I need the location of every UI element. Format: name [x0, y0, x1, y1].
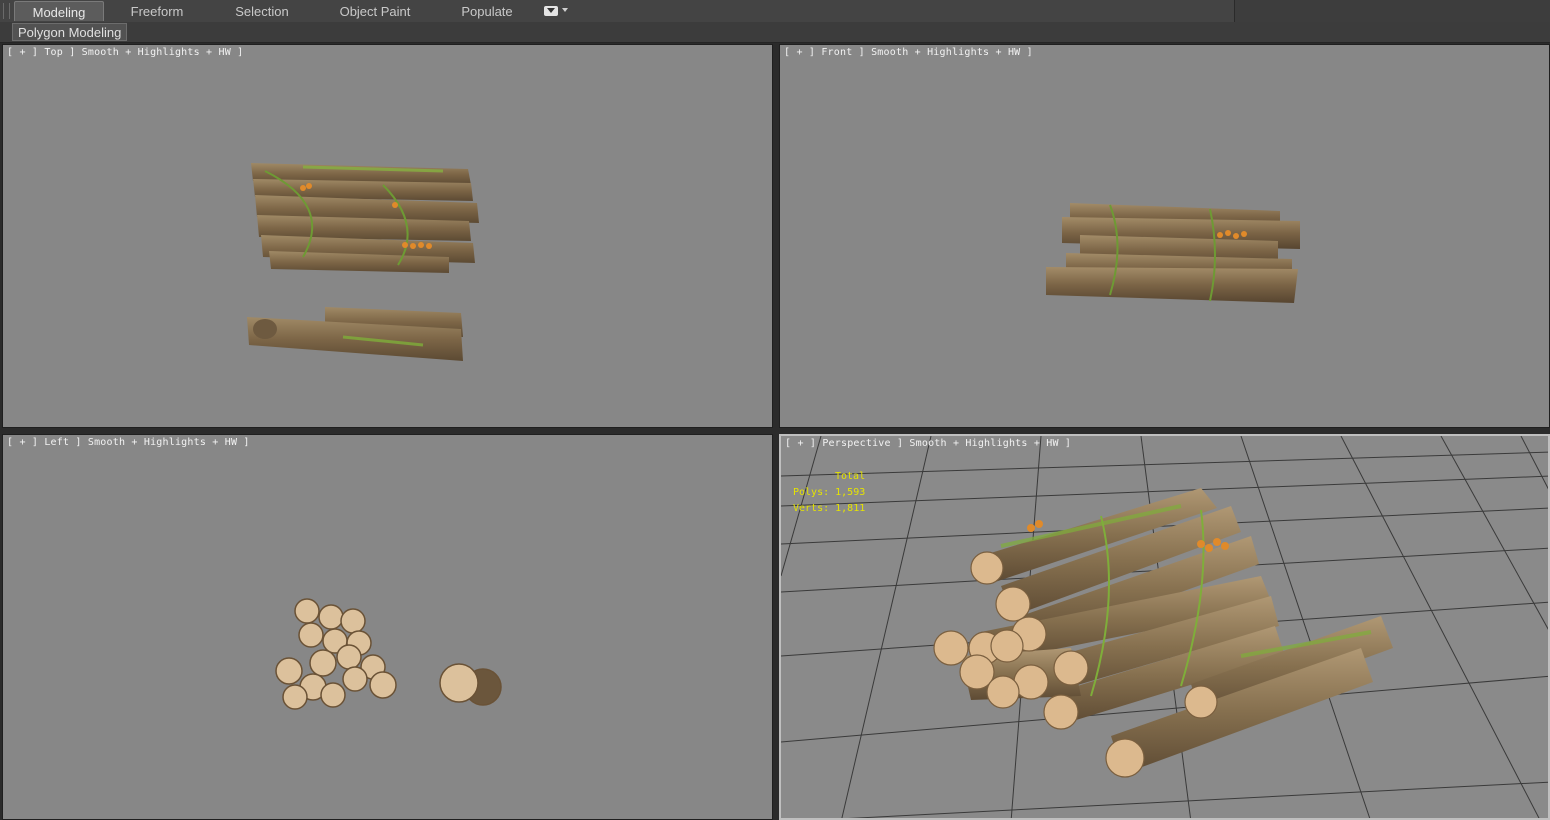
- tab-freeform[interactable]: Freeform: [112, 1, 202, 21]
- log-end-pair-left: [439, 663, 502, 706]
- log-stack-top: [251, 163, 479, 273]
- tab-selection[interactable]: Selection: [216, 1, 308, 21]
- viewport-perspective[interactable]: [ + ] Perspective ] Smooth + Highlights …: [779, 434, 1550, 820]
- log-end-stack-left: [275, 598, 397, 710]
- log-pile-top-view: [247, 163, 479, 361]
- log-ends-left-view: [275, 598, 502, 710]
- viewport-perspective-label[interactable]: [ + ] Perspective ] Smooth + Highlights …: [785, 438, 1071, 449]
- viewport-top[interactable]: [ + ] Top ] Smooth + Highlights + HW ]: [2, 44, 773, 428]
- tab-object-paint[interactable]: Object Paint: [326, 1, 424, 21]
- log-pile-front-view: [1046, 203, 1300, 303]
- viewport-left[interactable]: [ + ] Left ] Smooth + Highlights + HW ]: [2, 434, 773, 820]
- stats-polys: Polys: 1,593: [793, 487, 866, 498]
- scene-statistics: Total Polys: 1,593 Verts: 1,811: [793, 469, 865, 517]
- tab-modeling[interactable]: Modeling: [14, 1, 104, 21]
- ribbon-panel-bar: Polygon Modeling: [0, 22, 1550, 43]
- loose-logs-top: [247, 307, 463, 361]
- ribbon-grip-handle[interactable]: [3, 3, 10, 19]
- stats-total-label: Total: [835, 471, 866, 482]
- chevron-down-icon[interactable]: [562, 8, 568, 12]
- viewport-front[interactable]: [ + ] Front ] Smooth + Highlights + HW ]: [779, 44, 1550, 428]
- polygon-modeling-panel[interactable]: Polygon Modeling: [12, 23, 128, 41]
- ribbon-empty-area: [1234, 0, 1550, 22]
- stats-verts: Verts: 1,811: [793, 503, 866, 514]
- dropdown-toggle-icon[interactable]: [544, 6, 558, 16]
- log-stack-front: [1046, 203, 1300, 303]
- tab-populate[interactable]: Populate: [444, 1, 530, 21]
- ribbon-tab-bar: Modeling Freeform Selection Object Paint…: [0, 0, 1550, 23]
- log-pile-perspective: [933, 488, 1393, 778]
